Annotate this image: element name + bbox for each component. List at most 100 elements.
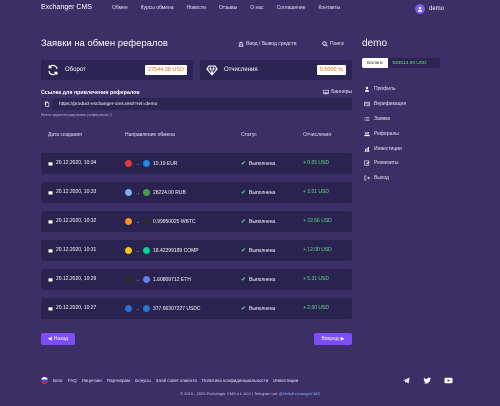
- turnover-label: Оборот: [65, 67, 86, 73]
- calendar-icon: [48, 219, 53, 223]
- telegram-icon[interactable]: [402, 376, 411, 385]
- order-date-text: 20.12.2020, 10:32: [56, 218, 97, 224]
- table-row[interactable]: 20.12.2020, 10:31 → 18.42299189 COMP ✔ Выпол…: [41, 240, 352, 261]
- copy-button[interactable]: [41, 98, 53, 110]
- footer-link[interactable]: Инвестиции: [273, 378, 298, 383]
- footer-link[interactable]: Злой совет клиента: [156, 378, 197, 383]
- arrow-right-icon: →: [135, 305, 140, 312]
- order-status: ✔ Выполнена: [241, 189, 276, 197]
- nav-item-reviews[interactable]: Отзывы: [219, 5, 237, 11]
- footer-link[interactable]: Бонусы: [135, 378, 151, 383]
- order-status: ✔ Выполнена: [241, 276, 275, 284]
- user-icon: [364, 87, 370, 93]
- youtube-icon[interactable]: [444, 376, 453, 385]
- sidebar-item-referrals[interactable]: Рефералы: [364, 126, 406, 141]
- check-icon: ✔: [241, 306, 247, 312]
- sidebar-item-requisites[interactable]: Реквизиты: [364, 156, 406, 171]
- status-text: Выполнена: [249, 189, 276, 196]
- user-menu[interactable]: demo: [415, 4, 444, 14]
- sidebar-item-profile[interactable]: Профиль: [364, 82, 406, 97]
- sidebar-item-label: Реквизиты: [374, 160, 399, 167]
- prev-page-button[interactable]: ◀ Назад: [41, 333, 75, 345]
- calendar-icon: [48, 306, 53, 310]
- arrow-right-icon: →: [135, 189, 140, 196]
- nav-item-agreement[interactable]: Соглашение: [277, 5, 306, 11]
- footer-link[interactable]: Партнерам: [107, 378, 130, 383]
- search-label: Поиск: [330, 41, 344, 47]
- exchange-direction: → 10.19 EUR: [125, 160, 177, 167]
- io-funds-button[interactable]: Ввод / Вывод средств: [238, 41, 297, 47]
- order-date-text: 20.12.2020, 10:33: [56, 189, 97, 195]
- exchange-amount: 1.60809712 ETH: [153, 276, 191, 283]
- search-button[interactable]: Поиск: [322, 41, 344, 47]
- order-fee: + 22.66 USD: [303, 218, 332, 224]
- brand-logo[interactable]: Exchanger CMS: [41, 4, 92, 11]
- nav-item-about[interactable]: О нас: [250, 5, 263, 11]
- avatar: [415, 4, 425, 14]
- turnover-value: 27544.38 USD: [144, 65, 187, 75]
- sidebar-item-logout[interactable]: Выход: [364, 171, 406, 186]
- sidebar-item-investments[interactable]: Инвестиции: [364, 141, 406, 156]
- to-currency-icon: [143, 189, 150, 196]
- footer-link[interactable]: Блог: [53, 378, 63, 383]
- footer-link[interactable]: Политика конфиденциальности: [202, 378, 268, 383]
- order-date: 20.12.2020, 10:31: [48, 247, 96, 253]
- arrow-right-icon: →: [135, 218, 140, 225]
- order-status: ✔ Выполнена: [241, 247, 276, 255]
- balance-badge: Баланс 923613.00 USD: [362, 58, 440, 68]
- refresh-icon: [48, 64, 58, 76]
- exchange-amount: 0.99950025 WBTC: [153, 218, 196, 225]
- logout-icon: [364, 175, 370, 181]
- twitter-icon[interactable]: [423, 376, 432, 385]
- ref-link-value: https://product-exchanger-cms.test/?ref=…: [59, 101, 158, 107]
- exchange-amount: 10.19 EUR: [153, 160, 178, 167]
- arrow-right-icon: →: [135, 160, 140, 167]
- edit-icon: [364, 160, 370, 166]
- to-currency-icon: [143, 218, 150, 225]
- from-currency-icon: [125, 247, 132, 254]
- sidebar-item-verification[interactable]: Верификация: [364, 97, 406, 112]
- order-date-text: 20.12.2020, 10:29: [56, 276, 97, 282]
- nav-item-rates[interactable]: Курсы обмена: [141, 5, 174, 11]
- to-currency-icon: [143, 247, 150, 254]
- order-date: 20.12.2020, 10:29: [48, 276, 96, 282]
- order-date: 20.12.2020, 10:32: [48, 218, 96, 224]
- diamond-icon: [206, 65, 218, 76]
- footer-link[interactable]: FAQ: [68, 378, 77, 383]
- id-card-icon: [364, 102, 370, 107]
- check-icon: ✔: [241, 277, 247, 283]
- sidebar-item-label: Профиль: [374, 86, 396, 93]
- nav-item-contacts[interactable]: Контакты: [319, 5, 341, 11]
- next-page-button[interactable]: Вперед ▶: [314, 333, 352, 345]
- io-funds-label: Ввод / Вывод средств: [246, 41, 297, 47]
- footer-links: Блог FAQ Лицензии Партнерам Бонусы Злой …: [41, 377, 303, 384]
- balance-value: 923613.00 USD: [392, 60, 427, 66]
- exchange-direction: → 18.42299189 COMP: [125, 247, 199, 254]
- search-icon: [322, 41, 328, 47]
- to-currency-icon: [143, 305, 150, 312]
- ref-count-note: Всего зарегистрировано рефералов 3: [41, 112, 112, 117]
- banners-label: Баннеры: [331, 89, 352, 95]
- nav-item-news[interactable]: Новости: [187, 5, 206, 11]
- telegram-chat-link[interactable]: @HelloExchangerCMS: [279, 391, 320, 396]
- ref-link-field[interactable]: https://product-exchanger-cms.test/?ref=…: [41, 98, 352, 110]
- language-flag-icon[interactable]: [41, 377, 48, 384]
- from-currency-icon: [125, 160, 132, 167]
- table-row[interactable]: 20.12.2020, 10:29 → 1.60809712 ETH ✔ Выполне…: [41, 269, 352, 290]
- table-row[interactable]: 20.12.2020, 10:27 → 377.66307227 USDC ✔ Выпо…: [41, 298, 352, 319]
- table-row[interactable]: 20.12.2020, 10:33 → 28224.00 RUB ✔ Выполнена…: [41, 182, 352, 203]
- chart-icon: [364, 146, 370, 152]
- table-row[interactable]: 20.12.2020, 10:32 → 0.99950025 WBTC ✔ Выполн…: [41, 211, 352, 232]
- banners-button[interactable]: Баннеры: [323, 89, 352, 95]
- nav-item-exchange[interactable]: Обмен: [112, 5, 128, 11]
- turnover-card: Оборот 27544.38 USD: [41, 60, 193, 80]
- sidebar-title: demo: [362, 38, 388, 49]
- status-text: Выполнена: [249, 247, 276, 254]
- footer-link[interactable]: Лицензии: [82, 378, 102, 383]
- sidebar-item-orders[interactable]: Заявки: [364, 112, 406, 127]
- check-icon: ✔: [241, 248, 247, 254]
- exchange-amount: 28224.00 RUB: [153, 189, 186, 196]
- copyright-text: © 2019 - 2020 Exchanger CMS v.1.16.0 | T…: [180, 391, 279, 396]
- table-row[interactable]: 20.12.2020, 10:34 → 10.19 EUR ✔ Выполнена + 0…: [41, 153, 352, 174]
- sidebar-item-label: Рефералы: [374, 130, 399, 137]
